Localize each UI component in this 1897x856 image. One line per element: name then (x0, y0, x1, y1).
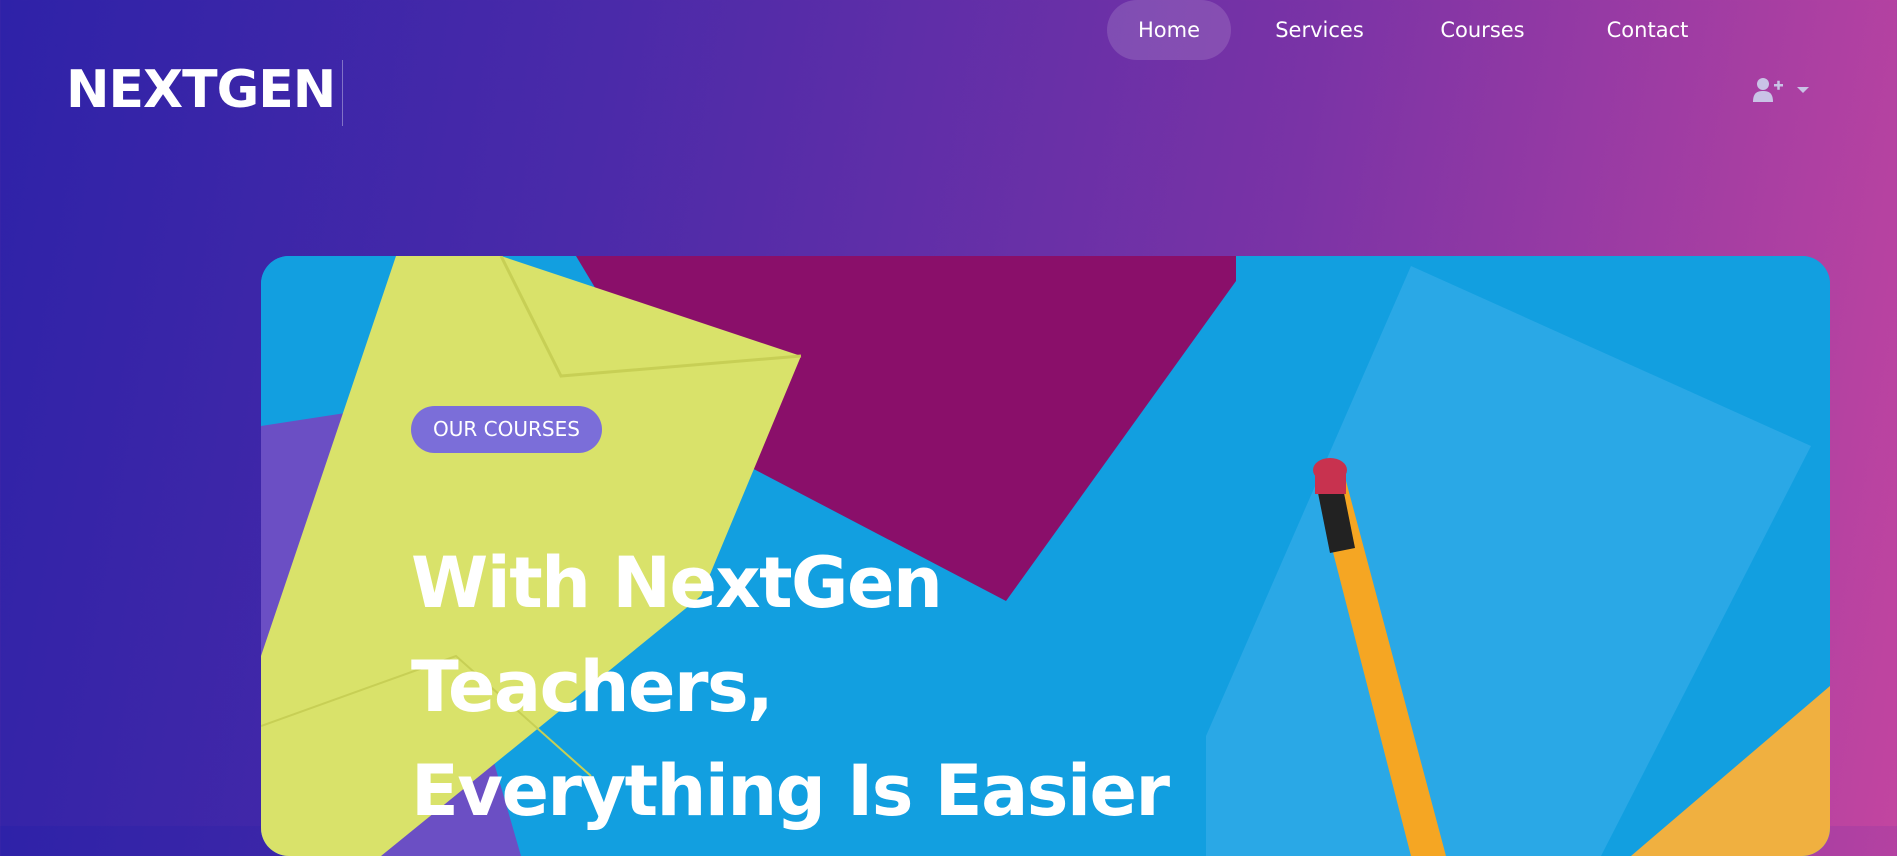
hero-title-line-3: Everything Is Easier (411, 750, 1170, 832)
hero-title-line-2: Teachers, (411, 646, 774, 728)
logo-divider (342, 60, 343, 126)
nav-home[interactable]: Home (1107, 0, 1231, 60)
site-header: NEXTGEN Home Services Courses Contact (0, 0, 1897, 180)
caret-down-icon (1797, 87, 1809, 93)
hero-title: With NextGen Teachers, Everything Is Eas… (411, 531, 1311, 843)
brand-logo[interactable]: NEXTGEN (66, 60, 336, 120)
nav-contact[interactable]: Contact (1590, 0, 1705, 60)
nav-courses[interactable]: Courses (1425, 0, 1540, 60)
user-plus-icon (1753, 78, 1783, 102)
user-menu[interactable] (1753, 78, 1813, 102)
hero-title-line-1: With NextGen (411, 542, 943, 624)
hero-banner: OUR COURSES With NextGen Teachers, Every… (261, 256, 1830, 856)
nav-services[interactable]: Services (1262, 0, 1377, 60)
section-badge: OUR COURSES (411, 406, 602, 453)
